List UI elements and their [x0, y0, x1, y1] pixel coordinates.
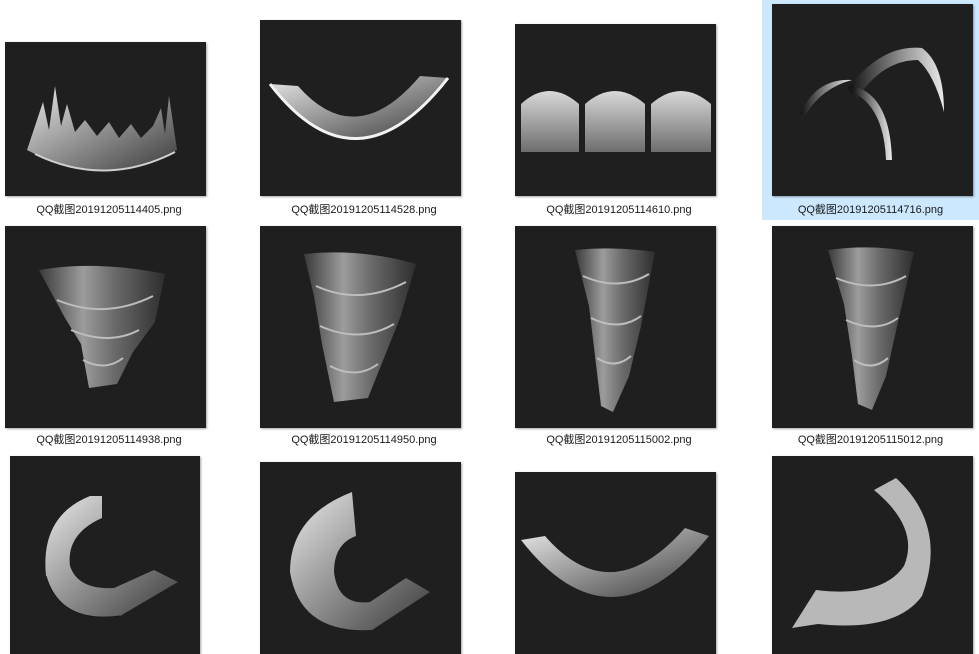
file-tile[interactable]	[255, 452, 473, 654]
half-ring-icon	[268, 76, 450, 140]
file-name: QQ截图20191205114716.png	[797, 204, 944, 216]
twisted-cone-icon	[39, 265, 165, 388]
file-name: QQ截图20191205114950.png	[291, 434, 437, 446]
jagged-crown-icon	[27, 86, 177, 172]
thumbnail-image	[515, 226, 716, 428]
thumbnail-image	[260, 20, 461, 196]
file-name: QQ截图20191205114528.png	[291, 204, 437, 216]
thumbnail-image	[772, 4, 973, 196]
thumbnail-image	[772, 456, 973, 654]
file-tile-selected[interactable]: QQ截图20191205114716.png	[762, 0, 979, 220]
twisted-cone-icon	[304, 252, 416, 402]
thumbnail-image	[5, 226, 206, 428]
file-name: QQ截图20191205115012.png	[797, 434, 944, 446]
file-tile[interactable]: QQ截图20191205115012.png	[762, 222, 979, 452]
file-tile[interactable]: QQ截图20191205114610.png	[510, 0, 728, 220]
file-name: QQ截图20191205115002.png	[546, 434, 692, 446]
file-tile[interactable]: QQ截图20191205115002.png	[510, 222, 728, 452]
crossed-arcs-icon	[800, 47, 944, 160]
twisted-cone-icon	[828, 247, 914, 410]
thumbnail-image	[10, 456, 200, 654]
thumbnail-image	[515, 24, 716, 196]
thumbnail-image	[515, 472, 716, 654]
file-tile[interactable]: QQ截图20191205114938.png	[0, 222, 218, 452]
file-tile[interactable]: QQ截图20191205114405.png	[0, 0, 218, 220]
file-tile[interactable]	[0, 452, 218, 654]
file-tile[interactable]	[762, 452, 979, 654]
file-tile[interactable]	[510, 452, 728, 654]
file-tile[interactable]: QQ截图20191205114950.png	[255, 222, 473, 452]
file-name: QQ截图20191205114610.png	[546, 204, 692, 216]
flat-arc-icon	[792, 478, 931, 628]
thumbnail-image	[260, 462, 461, 654]
file-name: QQ截图20191205114405.png	[36, 204, 182, 216]
thumbnail-image	[772, 226, 973, 428]
thumbnail-image	[260, 226, 461, 428]
file-name: QQ截图20191205114938.png	[36, 434, 182, 446]
thick-c-ring-icon	[290, 492, 430, 631]
file-tile[interactable]: QQ截图20191205114528.png	[255, 0, 473, 220]
c-ring-icon	[45, 496, 178, 618]
thumbnail-image	[5, 42, 206, 196]
triple-dome-icon	[521, 91, 711, 152]
half-ring-icon	[521, 528, 709, 598]
twisted-cone-icon	[575, 248, 655, 412]
